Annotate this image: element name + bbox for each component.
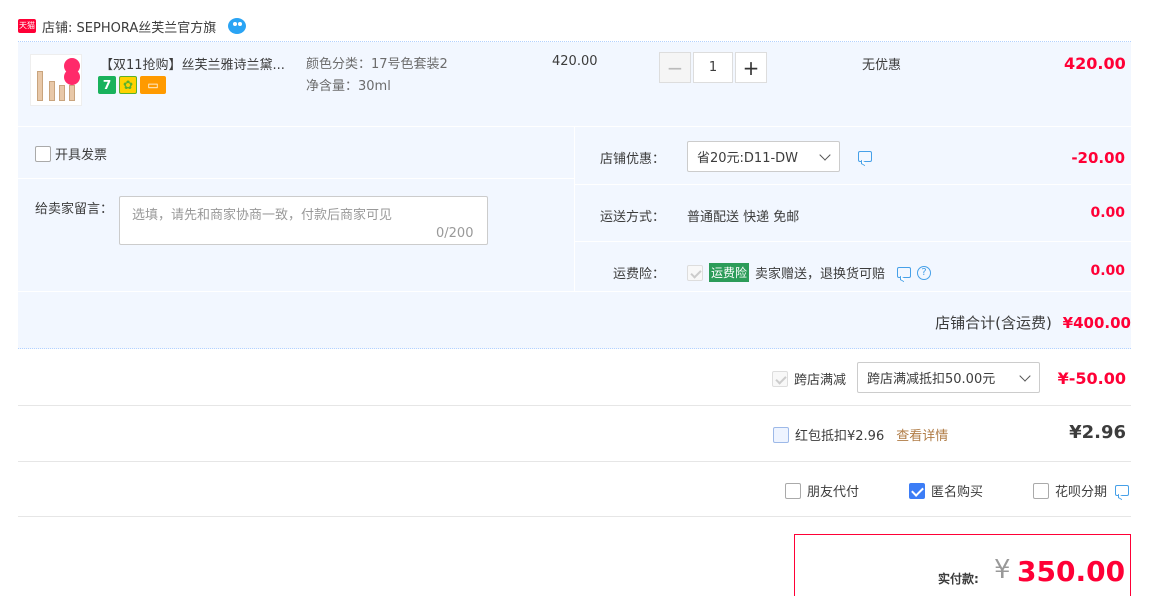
wangwang-chat-icon[interactable] bbox=[228, 18, 247, 34]
friend-pay-checkbox[interactable] bbox=[785, 482, 801, 499]
unit-price: 420.00 bbox=[552, 54, 598, 69]
shop-discount-value: 省20元:D11-DW bbox=[697, 151, 799, 166]
cross-store-label: 跨店满减 bbox=[794, 373, 847, 388]
divider bbox=[18, 461, 1131, 462]
cross-store-value: 跨店满减抵扣50.00元 bbox=[867, 372, 996, 387]
product-thumbnail[interactable] bbox=[30, 54, 82, 106]
payment-currency: ¥ bbox=[994, 555, 1011, 585]
shipping-label: 运送方式： bbox=[600, 210, 666, 225]
shop-name-link[interactable]: 店铺: SEPHORA丝芙兰官方旗 bbox=[42, 17, 216, 36]
cross-store-checkbox bbox=[772, 370, 788, 387]
shop-discount-label: 店铺优惠： bbox=[600, 152, 666, 167]
decrease-quantity-button[interactable]: − bbox=[659, 52, 691, 83]
insurance-option: 运费险 卖家赠送，退换货可赔 ? bbox=[687, 263, 932, 282]
comment-icon[interactable] bbox=[897, 267, 912, 278]
friend-pay-option[interactable]: 朋友代付 bbox=[785, 481, 859, 500]
sku-color: 颜色分类：17号色套装2 bbox=[306, 57, 448, 72]
insurance-amount: 0.00 bbox=[1090, 263, 1125, 279]
shop-total: 店铺合计(含运费) ¥400.00 bbox=[935, 312, 1131, 333]
flower-icon[interactable]: ✿ bbox=[119, 76, 137, 94]
divider bbox=[575, 241, 1131, 242]
cross-store-amount: ¥-50.00 bbox=[1057, 369, 1126, 388]
product-sku: 颜色分类：17号色套装2 净含量：30ml bbox=[306, 54, 448, 98]
item-subtotal: 420.00 bbox=[1064, 54, 1126, 73]
red-packet-amount: ¥2.96 bbox=[1069, 422, 1126, 443]
divider bbox=[18, 178, 574, 179]
payment-label: 实付款: bbox=[938, 572, 979, 586]
shop-total-label: 店铺合计(含运费) bbox=[935, 314, 1052, 332]
huabei-checkbox[interactable] bbox=[1033, 482, 1049, 499]
message-placeholder: 选填，请先和商家协商一致，付款后商家可见 bbox=[132, 208, 393, 223]
red-packet-checkbox[interactable] bbox=[773, 426, 789, 443]
shipping-method: 普通配送 快递 免邮 bbox=[687, 210, 800, 225]
shop-header: 天猫 店铺: SEPHORA丝芙兰官方旗 bbox=[18, 14, 247, 38]
friend-pay-label: 朋友代付 bbox=[807, 485, 860, 500]
huabei-label: 花呗分期 bbox=[1055, 485, 1108, 500]
divider bbox=[18, 516, 1131, 517]
help-icon[interactable]: ? bbox=[917, 265, 932, 280]
credit-card-icon[interactable]: ▭ bbox=[140, 76, 166, 94]
invoice-option[interactable]: 开具发票 bbox=[35, 144, 107, 163]
tmall-logo-icon: 天猫 bbox=[18, 19, 36, 33]
cross-store-select[interactable]: 跨店满减抵扣50.00元 bbox=[857, 362, 1040, 393]
divider bbox=[575, 184, 1131, 185]
anonymous-option[interactable]: 匿名购买 bbox=[909, 481, 983, 500]
red-packet-label: 红包抵扣¥2.96 bbox=[795, 429, 885, 444]
insurance-text: 卖家赠送，退换货可赔 bbox=[755, 267, 886, 282]
chevron-down-icon bbox=[1019, 370, 1031, 382]
message-label: 给卖家留言： bbox=[35, 202, 114, 217]
seven-day-return-icon[interactable]: 7 bbox=[98, 76, 116, 94]
product-title-link[interactable]: 【双11抢购】丝芙兰雅诗兰黛... bbox=[100, 54, 300, 73]
shop-total-value: ¥400.00 bbox=[1062, 314, 1131, 332]
increase-quantity-button[interactable]: + bbox=[735, 52, 767, 83]
comment-icon[interactable] bbox=[1115, 485, 1130, 496]
shop-discount-select[interactable]: 省20元:D11-DW bbox=[687, 141, 840, 172]
shipping-amount: 0.00 bbox=[1090, 205, 1125, 221]
divider bbox=[18, 405, 1131, 406]
invoice-label: 开具发票 bbox=[55, 148, 108, 163]
insurance-checkbox bbox=[687, 264, 703, 281]
product-bottle-graphic bbox=[49, 81, 55, 101]
quantity-stepper: − 1 + bbox=[659, 52, 767, 83]
divider bbox=[574, 127, 575, 291]
item-discount: 无优惠 bbox=[862, 58, 902, 73]
payment-amount: 350.00 bbox=[1017, 555, 1126, 588]
red-packet-detail-link[interactable]: 查看详情 bbox=[896, 425, 948, 444]
sku-volume: 净含量：30ml bbox=[306, 79, 391, 94]
message-char-count: 0/200 bbox=[436, 226, 474, 241]
cross-store-option: 跨店满减 bbox=[772, 369, 846, 388]
comment-icon[interactable] bbox=[858, 151, 872, 162]
red-packet-option[interactable]: 红包抵扣¥2.96 查看详情 bbox=[773, 425, 948, 444]
insurance-tag: 运费险 bbox=[709, 263, 750, 282]
shop-discount-amount: -20.00 bbox=[1071, 149, 1125, 167]
service-icons: 7 ✿ ▭ bbox=[98, 76, 166, 94]
anonymous-label: 匿名购买 bbox=[931, 485, 984, 500]
insurance-label: 运费险： bbox=[613, 267, 666, 282]
invoice-checkbox[interactable] bbox=[35, 145, 51, 162]
product-bottle-graphic bbox=[37, 71, 43, 101]
product-bottle-graphic bbox=[59, 85, 65, 101]
chevron-down-icon bbox=[819, 149, 831, 161]
quantity-input[interactable]: 1 bbox=[693, 52, 733, 83]
anonymous-checkbox[interactable] bbox=[909, 482, 925, 499]
product-bottle-graphic bbox=[69, 85, 75, 101]
promo-badge-graphic bbox=[64, 69, 80, 85]
huabei-option[interactable]: 花呗分期 bbox=[1033, 481, 1130, 500]
